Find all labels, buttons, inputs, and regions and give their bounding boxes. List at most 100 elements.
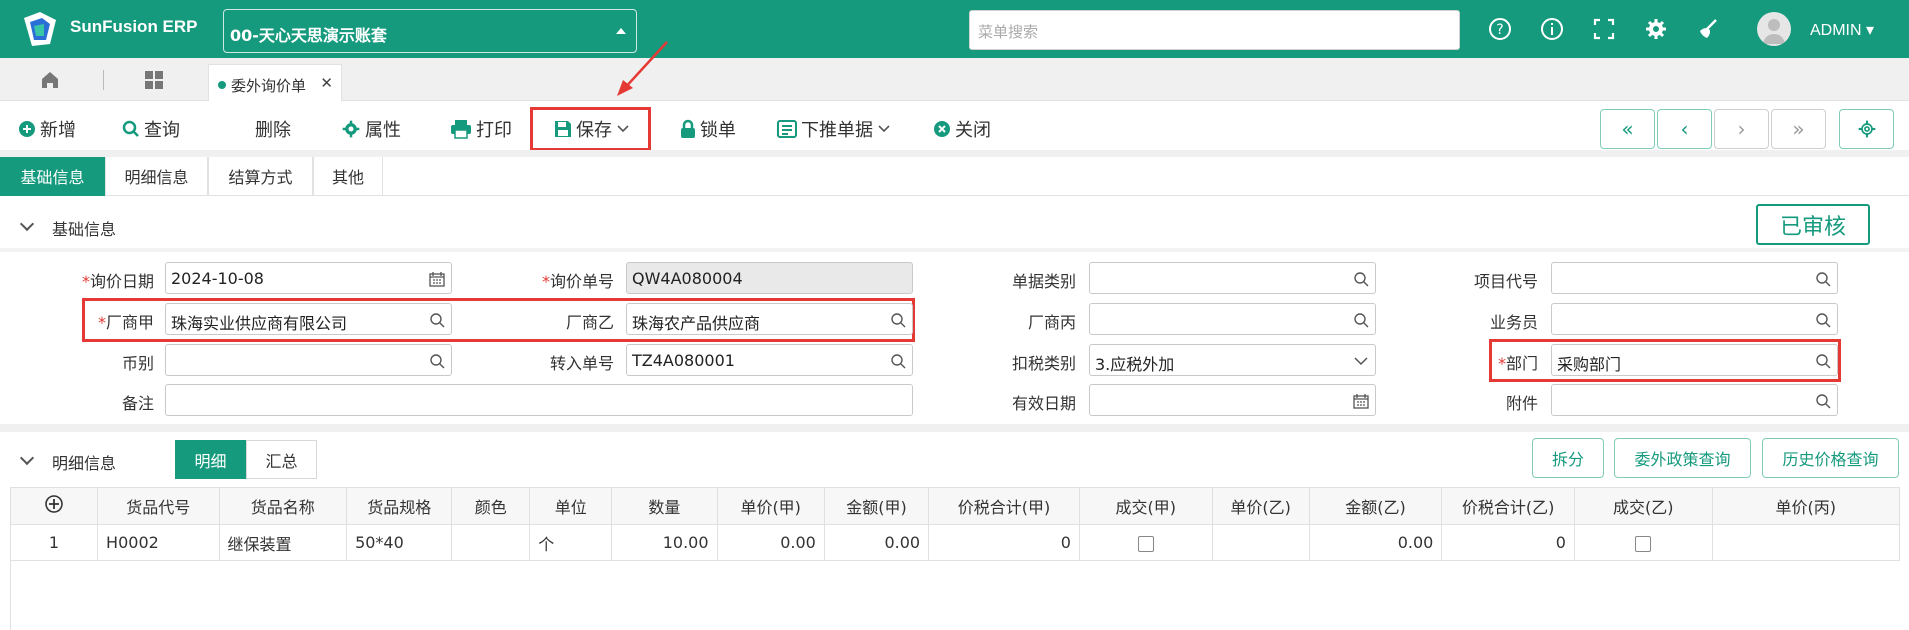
view-detail-toggle[interactable]: 明细 [175,440,246,479]
remark-field[interactable] [165,384,913,416]
col-header[interactable]: 金额(乙) [1308,487,1443,525]
help-icon[interactable]: ? [1488,17,1512,41]
close-button[interactable]: 关闭 [933,117,991,141]
info-icon[interactable] [1540,17,1564,41]
col-header[interactable]: 单价(甲) [716,487,825,525]
delete-button[interactable]: 删除 [255,117,291,141]
tab-detail-info[interactable]: 明细信息 [105,157,208,196]
col-header[interactable]: 颜色 [451,487,531,525]
col-header[interactable]: 成交(甲) [1078,487,1213,525]
col-header[interactable]: 数量 [611,487,718,525]
fullscreen-icon[interactable] [1592,17,1616,41]
attach-label: 附件 [1505,394,1538,413]
search-icon[interactable] [1815,353,1831,369]
search-icon[interactable] [1815,312,1831,328]
tab-basic-info[interactable]: 基础信息 [0,157,105,196]
avatar[interactable] [1757,12,1791,46]
price-history-button[interactable]: 历史价格查询 [1762,438,1899,478]
cell-qty[interactable]: 10.00 [611,524,718,561]
search-icon[interactable] [1815,271,1831,287]
deal-a-checkbox[interactable] [1137,535,1154,552]
cell-code[interactable]: H0002 [97,524,220,561]
inquiry-date-field[interactable]: 2024-10-08 [165,262,452,294]
view-summary-toggle[interactable]: 汇总 [246,440,317,479]
cell-amount-b[interactable]: 0.00 [1308,524,1443,561]
col-header[interactable]: 价税合计(甲) [928,487,1080,525]
search-icon[interactable] [1353,312,1369,328]
basic-info-header[interactable]: 基础信息 [0,204,1909,248]
search-icon[interactable] [429,353,445,369]
cell-price-b[interactable] [1211,524,1310,561]
query-button[interactable]: 查询 [122,117,180,141]
prev-record-button[interactable]: ‹ [1657,109,1712,149]
tax-select[interactable]: 3.应税外加 [1089,344,1376,376]
add-row-icon[interactable] [45,495,63,513]
new-button[interactable]: 新增 [18,117,76,141]
account-select[interactable]: 00-天心天思演示账套 [223,9,637,53]
col-header[interactable]: 货品名称 [218,487,348,525]
properties-button[interactable]: 属性 [341,117,401,141]
first-record-button[interactable]: « [1600,109,1655,149]
doctype-field[interactable] [1089,262,1376,294]
next-record-button[interactable]: › [1714,109,1769,149]
user-menu[interactable]: ADMIN ▾ [1810,20,1874,40]
cell-total-b[interactable]: 0 [1441,524,1575,561]
search-icon[interactable] [1815,393,1831,409]
calendar-icon[interactable] [1353,393,1369,409]
cell-spec[interactable]: 50*40 [346,524,453,561]
policy-query-button[interactable]: 委外政策查询 [1614,438,1751,478]
col-header[interactable]: 成交(乙) [1573,487,1713,525]
search-icon[interactable] [890,312,906,328]
close-icon[interactable]: ✕ [320,74,333,92]
cell-name[interactable]: 继保装置 [218,524,348,561]
currency-field[interactable] [165,344,452,376]
valid-date-field[interactable] [1089,384,1376,416]
cell-deal-a[interactable] [1078,524,1213,561]
transfer-field[interactable]: TZ4A080001 [626,344,913,376]
search-icon[interactable] [890,353,906,369]
query-label: 查询 [144,120,180,141]
vendor-a-field[interactable]: 珠海实业供应商有限公司 [165,303,452,335]
col-header[interactable]: 单价(丙) [1711,487,1901,525]
col-header[interactable]: 货品代号 [97,487,220,525]
caret-down-icon: ▾ [1866,22,1875,39]
tab-other[interactable]: 其他 [313,157,383,196]
vendor-c-field[interactable] [1089,303,1376,335]
last-record-button[interactable]: » [1771,109,1826,149]
col-header[interactable]: 单价(乙) [1211,487,1310,525]
sales-field[interactable] [1551,303,1838,335]
push-down-button[interactable]: 下推单据 [777,117,891,141]
table-row[interactable]: 1 H0002 继保装置 50*40 个 10.00 0.00 0.00 0 0… [9,524,1901,561]
print-button[interactable]: 打印 [450,117,512,141]
grid-icon[interactable] [144,70,164,90]
project-field[interactable] [1551,262,1838,294]
lock-button[interactable]: 锁单 [680,117,736,141]
home-icon[interactable] [40,70,60,90]
col-header[interactable]: 货品规格 [346,487,453,525]
cell-price-c[interactable] [1711,524,1901,561]
calendar-icon[interactable] [429,271,445,287]
col-header[interactable]: 金额(甲) [823,487,930,525]
search-icon[interactable] [429,312,445,328]
cell-color[interactable] [451,524,531,561]
col-header[interactable]: 单位 [529,487,613,525]
settings-button[interactable] [1839,109,1894,149]
cell-deal-b[interactable] [1573,524,1713,561]
vendor-b-field[interactable]: 珠海农产品供应商 [626,303,913,335]
cell-amount-a[interactable]: 0.00 [823,524,930,561]
attach-field[interactable] [1551,384,1838,416]
broom-icon[interactable] [1696,17,1720,41]
search-icon[interactable] [1353,271,1369,287]
dept-field[interactable]: 采购部门 [1551,344,1838,376]
col-header[interactable]: 价税合计(乙) [1441,487,1575,525]
cell-unit[interactable]: 个 [529,524,613,561]
menu-search-input[interactable]: 菜单搜索 [969,10,1460,50]
tab-outsource-inquiry[interactable]: 委外询价单 ✕ [208,64,342,101]
add-row-cell[interactable] [9,487,99,525]
tab-settlement[interactable]: 结算方式 [208,157,313,196]
cell-price-a[interactable]: 0.00 [716,524,825,561]
gear-icon[interactable] [1644,17,1668,41]
split-button[interactable]: 拆分 [1532,438,1604,478]
deal-b-checkbox[interactable] [1635,535,1652,552]
cell-total-a[interactable]: 0 [928,524,1080,561]
